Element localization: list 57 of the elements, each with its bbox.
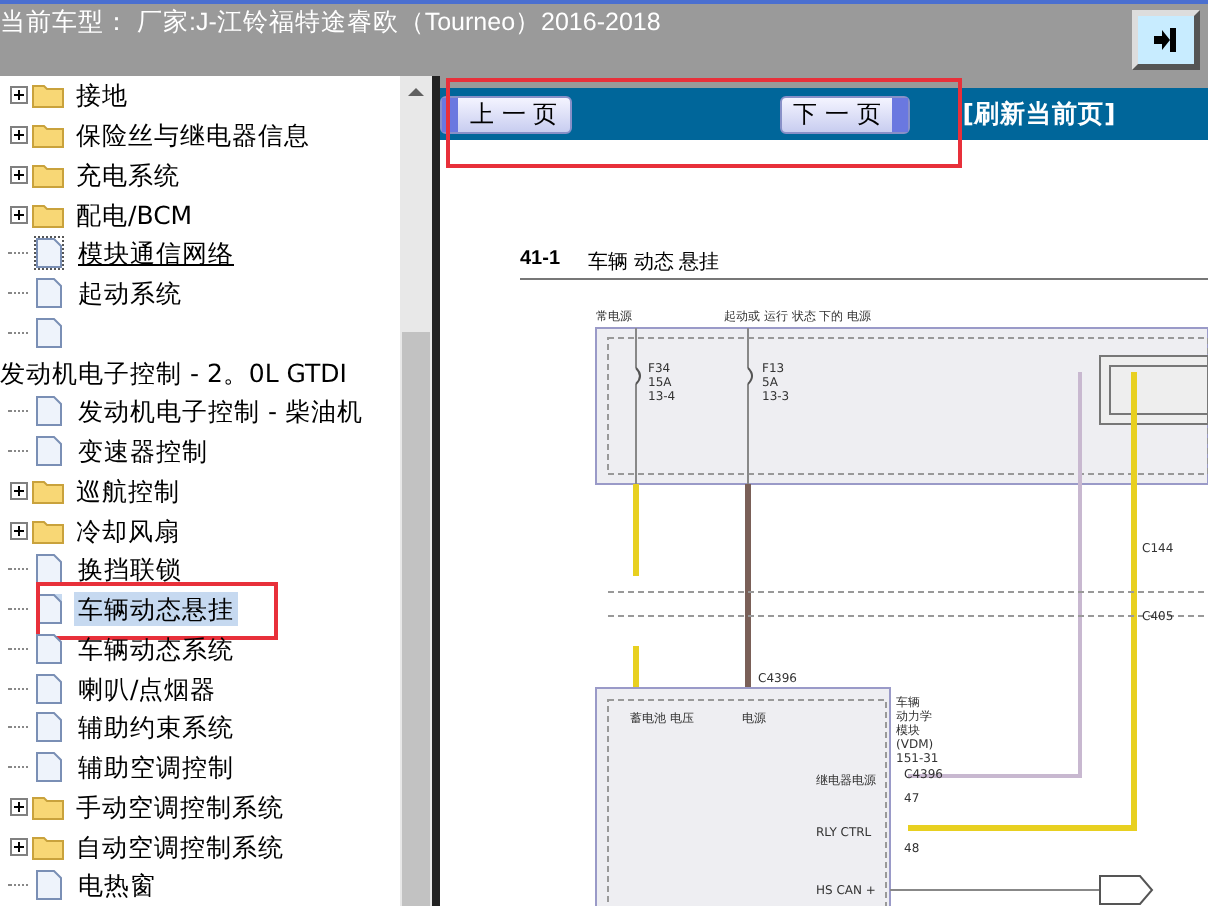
- tree-item[interactable]: 车辆动态悬挂: [74, 592, 238, 627]
- scrollbar[interactable]: [400, 76, 432, 906]
- document-icon: [36, 712, 62, 743]
- tree-item[interactable]: 手动空调控制系统: [72, 789, 288, 824]
- expand-icon[interactable]: [10, 837, 28, 856]
- next-page-button[interactable]: 下 一 页: [779, 95, 911, 133]
- expand-icon[interactable]: [10, 126, 28, 145]
- tree-item[interactable]: 模块通信网络: [74, 236, 238, 271]
- tree-item[interactable]: 发动机电子控制 - 柴油机: [74, 394, 367, 429]
- document-icon: [36, 673, 62, 704]
- folder-icon: [32, 517, 64, 544]
- tree-item[interactable]: 自动空调控制系统: [72, 829, 288, 864]
- document-icon: [36, 554, 62, 585]
- expand-icon[interactable]: [10, 86, 28, 105]
- tree-item[interactable]: 换挡联锁: [74, 552, 186, 587]
- tree-item[interactable]: 电热窗: [74, 868, 160, 903]
- tree-item[interactable]: 辅助空调控制: [74, 750, 238, 785]
- document-icon: [36, 317, 62, 348]
- tree-item[interactable]: 巡航控制: [72, 473, 184, 508]
- tree-item[interactable]: 车辆动态系统: [74, 631, 238, 666]
- document-icon: [36, 278, 62, 309]
- document-icon: [36, 752, 62, 783]
- tree-item[interactable]: 发动机电子控制 - 2。0L GTDI: [0, 355, 351, 390]
- arrow-door-icon: [1152, 26, 1180, 54]
- expand-icon[interactable]: [10, 797, 28, 816]
- tree-item[interactable]: 起动系统: [74, 276, 186, 311]
- folder-icon: [32, 201, 64, 228]
- folder-icon: [32, 122, 64, 149]
- tree-item[interactable]: 辅助约束系统: [74, 710, 238, 745]
- section-title: 车辆 动态 悬挂: [588, 249, 720, 276]
- tree-item[interactable]: 配电/BCM: [72, 197, 197, 232]
- refresh-link[interactable]: [刷新当前页]: [962, 97, 1116, 131]
- expand-icon[interactable]: [10, 205, 28, 224]
- folder-icon: [32, 833, 64, 860]
- document-icon: [36, 396, 62, 427]
- document-icon: [36, 436, 62, 467]
- folder-icon: [32, 82, 64, 109]
- tree-item[interactable]: 冷却风扇: [72, 513, 184, 548]
- document-icon: [36, 238, 62, 269]
- expand-icon[interactable]: [10, 165, 28, 184]
- document-icon: [36, 870, 62, 901]
- scroll-thumb[interactable]: [402, 332, 430, 906]
- previous-page-button[interactable]: 上 一 页: [440, 95, 572, 133]
- expand-icon[interactable]: [10, 521, 28, 540]
- window-title: 当前车型： 厂家:J-江铃福特途睿欧（Tourneo）2016-2018: [0, 6, 661, 40]
- tree-item[interactable]: 保险丝与继电器信息: [72, 118, 314, 153]
- document-icon: [36, 633, 62, 664]
- folder-icon: [32, 477, 64, 504]
- folder-icon: [32, 793, 64, 820]
- tree-item[interactable]: 充电系统: [72, 157, 184, 192]
- exit-button[interactable]: [1132, 10, 1200, 70]
- tree-item[interactable]: 喇叭/点烟器: [74, 671, 221, 706]
- section-number: 41-1: [520, 248, 561, 274]
- tree-item[interactable]: 接地: [72, 78, 132, 113]
- tree-item[interactable]: 变速器控制: [74, 434, 212, 469]
- folder-icon: [32, 161, 64, 188]
- expand-icon[interactable]: [10, 481, 28, 500]
